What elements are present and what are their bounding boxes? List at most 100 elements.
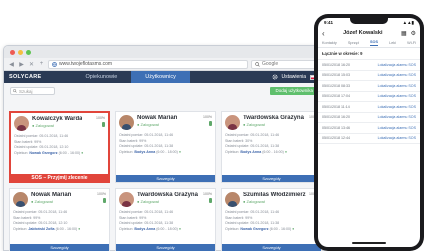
- forward-arrow-icon[interactable]: ▶: [18, 61, 25, 68]
- close-window-dot[interactable]: [10, 49, 15, 55]
- user-name: Nowak Marian: [31, 192, 72, 198]
- phone-header: ‹ Józef Kowalski ▦ ⚙: [318, 27, 420, 39]
- close-tab-icon[interactable]: ✕: [28, 61, 35, 68]
- phone-frame: 9:41 ▲▲▮ ‹ Józef Kowalski ▦ ⚙ Kontakty S…: [314, 14, 424, 251]
- carer-name[interactable]: Bodys Anna: [134, 227, 155, 231]
- carer-prefix: Opiekun:: [119, 226, 134, 231]
- details-button[interactable]: Szczegóły: [116, 244, 215, 251]
- tab-users[interactable]: Użytkownicy: [131, 71, 190, 83]
- carer-line: Opiekun: Bodys Anna (6:00 - 18:00) ●: [119, 227, 212, 233]
- gear-icon[interactable]: ⚙: [411, 30, 416, 37]
- user-card[interactable]: Nowak Marian ● Zalogował 100% Ostatni po…: [115, 111, 216, 183]
- user-search-input[interactable]: Szukaj: [10, 87, 55, 95]
- user-name: Kowalczyk Warda: [32, 116, 83, 122]
- search-icon: [255, 61, 260, 67]
- tab-sos[interactable]: SOS: [369, 40, 378, 46]
- user-card[interactable]: Kowalczyk Warda ● Zalogował 100% Ostatni…: [9, 111, 110, 183]
- sos-location-link[interactable]: Lokalizacja alarmu SOS: [378, 126, 416, 130]
- minimize-window-dot[interactable]: [18, 49, 23, 55]
- add-user-button[interactable]: Dodaj użytkownika: [270, 87, 318, 95]
- url-text: www.twojeflotasms.com: [59, 61, 113, 67]
- user-status: ● Zalogował: [32, 123, 54, 128]
- avatar: [13, 192, 28, 207]
- phone-tabs: Kontakty Sprzęt SOS Leki Wi-Fi: [318, 39, 420, 48]
- user-card[interactable]: Szumilas Włodzimierz ● Zalogował 100% Os…: [221, 188, 322, 251]
- carer-prefix: Opiekun:: [119, 149, 134, 154]
- tab-medication[interactable]: Leki: [389, 41, 396, 46]
- sos-location-link[interactable]: Lokalizacja alarmu SOS: [378, 94, 416, 98]
- sos-location-link[interactable]: Lokalizacja alarmu SOS: [378, 136, 416, 140]
- maximize-window-dot[interactable]: [26, 49, 31, 55]
- battery-percent: 100%: [203, 115, 212, 119]
- carer-prefix: Opiekun:: [13, 226, 28, 231]
- stage: ◀ ▶ ✕ + www.twojeflotasms.com Google SOL…: [0, 0, 433, 251]
- carer-name[interactable]: Jabłoński Zofia: [28, 227, 54, 231]
- battery-indicator: 100%: [96, 116, 105, 127]
- sos-location-link[interactable]: Lokalizacja alarmu SOS: [378, 115, 416, 119]
- battery-icon: [103, 198, 106, 203]
- gear-icon[interactable]: [272, 74, 278, 80]
- web-search-field[interactable]: Google: [251, 59, 320, 69]
- avatar: [225, 115, 240, 130]
- settings-link[interactable]: Ustawienia: [282, 74, 306, 80]
- sos-accept-button[interactable]: SOS – Przyjmij zlecenie: [9, 174, 110, 183]
- sos-time: 05/01/2018 12:44: [322, 136, 350, 141]
- tab-equipment[interactable]: Sprzęt: [348, 41, 359, 46]
- tab-contacts[interactable]: Kontakty: [322, 41, 337, 46]
- list-item[interactable]: 05/01/2018 16:20 Lokalizacja alarmu SOS: [318, 60, 420, 71]
- sos-location-link[interactable]: Lokalizacja alarmu SOS: [378, 105, 416, 109]
- list-item[interactable]: 05/01/2018 08:33 Lokalizacja alarmu SOS: [318, 81, 420, 92]
- battery-indicator: 100%: [203, 115, 212, 126]
- carer-line: Opiekun: Bodys Anna (6:00 - 18:00) ●: [119, 150, 212, 156]
- user-card[interactable]: Nowak Marian ● Zalogował 100% Ostatni po…: [9, 188, 110, 251]
- avatar: [119, 192, 134, 207]
- back-chevron-icon[interactable]: ‹: [322, 29, 325, 38]
- battery-icon: [102, 122, 105, 127]
- sos-location-link[interactable]: Lokalizacja alarmu SOS: [378, 73, 416, 77]
- carer-name[interactable]: Nowak Grzegorz: [29, 151, 57, 155]
- phone-title: Józef Kowalski: [343, 30, 383, 36]
- list-item[interactable]: 05/01/2018 13:46 Lokalizacja alarmu SOS: [318, 123, 420, 134]
- carer-prefix: Opiekun:: [14, 150, 29, 155]
- user-status-text: Zalogował: [140, 122, 159, 127]
- list-item[interactable]: 05/01/2018 11:14 Lokalizacja alarmu SOS: [318, 102, 420, 113]
- online-dot-icon: ●: [284, 149, 287, 154]
- carer-name[interactable]: Bodys Anna: [134, 150, 155, 154]
- details-button[interactable]: Szczegóły: [222, 244, 321, 251]
- list-item[interactable]: 05/01/2018 17:04 Lokalizacja alarmu SOS: [318, 92, 420, 102]
- list-item[interactable]: 05/01/2018 12:44 Lokalizacja alarmu SOS: [318, 134, 420, 144]
- details-button[interactable]: Szczegóły: [116, 175, 215, 182]
- url-field[interactable]: www.twojeflotasms.com: [48, 59, 248, 69]
- list-item[interactable]: 05/01/2018 15:03 Lokalizacja alarmu SOS: [318, 71, 420, 81]
- list-toolbar: Szukaj Dodaj użytkownika: [4, 83, 324, 99]
- details-button[interactable]: Szczegóły: [10, 244, 109, 251]
- user-name: Twardowska Grażyna: [243, 115, 304, 121]
- user-search-placeholder: Szukaj: [19, 88, 33, 94]
- online-dot-icon: ●: [78, 226, 81, 231]
- carer-line: Opiekun: Bodys Anna (6:00 - 16:00) ●: [225, 150, 318, 156]
- user-status: ● Zalogował: [137, 199, 159, 204]
- calendar-icon[interactable]: ▦: [401, 30, 407, 37]
- back-arrow-icon[interactable]: ◀: [8, 61, 15, 68]
- user-card[interactable]: Twardowska Grażyna ● Zalogował 100% Osta…: [115, 188, 216, 251]
- carer-name[interactable]: Nowak Grzegorz: [240, 227, 268, 231]
- tab-carers[interactable]: Opiekunowie: [71, 71, 131, 83]
- user-card[interactable]: Twardowska Grażyna ● Zalogował 100% Osta…: [221, 111, 322, 183]
- globe-icon: [52, 61, 57, 67]
- battery-icon: [209, 198, 212, 203]
- list-item[interactable]: 05/01/2018 16:20 Lokalizacja alarmu SOS: [318, 113, 420, 123]
- user-name: Twardowska Grażyna: [137, 192, 198, 198]
- app-navbar: SOLYCARE Opiekunowie Użytkownicy Ustawie…: [4, 71, 324, 83]
- tab-wifi[interactable]: Wi-Fi: [407, 41, 416, 46]
- online-dot-icon: ●: [178, 226, 181, 231]
- details-button[interactable]: Szczegóły: [222, 175, 321, 182]
- new-tab-icon[interactable]: +: [38, 61, 45, 67]
- user-status-text: Zalogował: [246, 199, 265, 204]
- carer-prefix: Opiekun:: [225, 149, 240, 154]
- sos-time: 05/01/2018 13:46: [322, 125, 350, 130]
- battery-indicator: 100%: [203, 192, 212, 203]
- carer-name[interactable]: Bodys Anna: [240, 150, 261, 154]
- sos-location-link[interactable]: Lokalizacja alarmu SOS: [378, 63, 416, 67]
- sos-location-link[interactable]: Lokalizacja alarmu SOS: [378, 84, 416, 88]
- user-status: ● Zalogował: [243, 122, 265, 127]
